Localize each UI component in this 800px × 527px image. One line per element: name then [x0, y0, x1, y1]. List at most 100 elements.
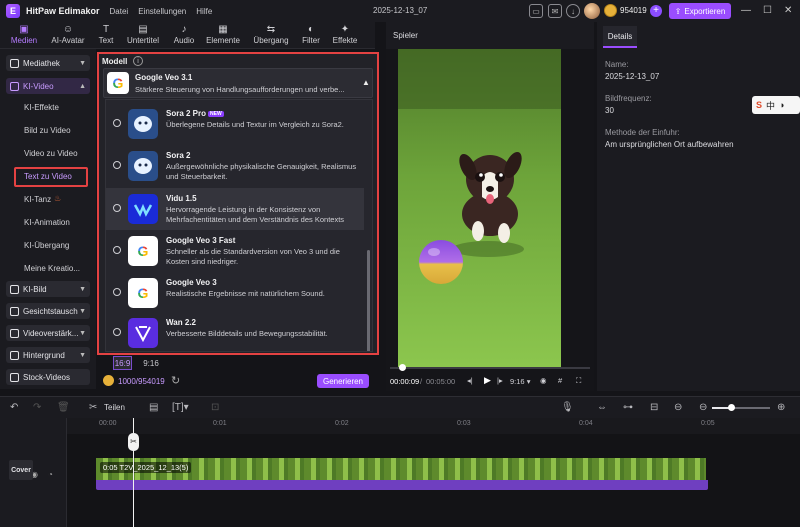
tool-untertitel[interactable]: ▤ Untertitel	[121, 24, 165, 48]
ratio-16-9[interactable]: 16:9	[113, 356, 132, 370]
minimize-icon[interactable]: —	[741, 5, 751, 16]
menu-datei[interactable]: Datei	[110, 7, 129, 16]
close-icon[interactable]: ✕	[784, 5, 792, 16]
redo-icon[interactable]: ↷	[33, 402, 41, 413]
timeline-ruler[interactable]: 00:00 0:01 0:02 0:03 0:04 0:05	[67, 418, 800, 434]
play-icon[interactable]: ▶	[484, 375, 491, 386]
clip-label: 0:05 T2V_2025_12_13(5)	[100, 462, 192, 473]
sidebar-sub-ki-uebergang[interactable]: KI-Übergang	[24, 241, 69, 250]
sidebar-sub-ki-effekte[interactable]: KI-Effekte	[24, 103, 59, 112]
crop-icon[interactable]: ⊡	[211, 402, 219, 413]
playhead-scissors-icon[interactable]: ✂	[128, 433, 139, 451]
fit-icon[interactable]: ⊖	[674, 402, 682, 413]
text-track-icon[interactable]: [T]▾	[172, 402, 189, 413]
maximize-icon[interactable]: ☐	[763, 5, 772, 16]
model-option-vidu-1-5[interactable]: Vidu 1.5 Hervorragende Leistung in der K…	[106, 188, 364, 230]
delete-icon[interactable]: 🗑	[57, 402, 70, 413]
model-option-sora-2-pro[interactable]: Sora 2 Pro NEW Überlegene Details und Tex…	[106, 103, 364, 145]
avatar[interactable]	[584, 3, 600, 19]
refresh-icon[interactable]: ↻	[171, 374, 180, 387]
clip-audio-bar[interactable]	[96, 480, 708, 490]
generate-button[interactable]: Generieren	[317, 374, 369, 388]
export-button[interactable]: ⇪ Exportieren	[669, 3, 731, 19]
undo-icon[interactable]: ↶	[10, 402, 18, 413]
radio-button[interactable]	[113, 288, 121, 296]
tab-details[interactable]: Details	[603, 26, 637, 48]
import-method-value: Am ursprünglichen Ort aufbewahren	[605, 140, 734, 149]
snap-icon[interactable]: ⊶	[623, 402, 633, 413]
video-clip[interactable]: 0:05 T2V_2025_12_13(5)	[96, 458, 706, 480]
cover-button[interactable]: Cover	[9, 460, 33, 480]
media-icon: ▣	[19, 24, 29, 35]
tick-label: 00:00	[99, 420, 117, 427]
radio-button[interactable]	[113, 119, 121, 127]
model-select[interactable]: G Google Veo 3.1 Stärkere Steuerung von …	[103, 68, 373, 98]
sidebar-item-ki-video[interactable]: KI-Video ▲	[6, 78, 90, 94]
screen-icon[interactable]: ▭	[529, 4, 543, 18]
camera-icon[interactable]: ◉	[540, 376, 547, 385]
tool-label: Filter	[302, 36, 320, 45]
model-option-google-veo-3-fast[interactable]: G Google Veo 3 Fast Schneller als die St…	[106, 230, 364, 272]
vidu-icon	[128, 194, 158, 224]
zoom-out-icon[interactable]: ⊖	[699, 402, 707, 413]
radio-button[interactable]	[113, 246, 121, 254]
option-name: Sora 2	[166, 151, 191, 160]
scissors-icon[interactable]: ✂	[89, 402, 97, 413]
sidebar-item-ki-bild[interactable]: KI-Bild ▼	[6, 281, 90, 297]
tool-uebergang[interactable]: ⇆ Übergang	[249, 24, 293, 48]
sidebar-sub-ki-tanz[interactable]: KI-Tanz	[24, 195, 51, 204]
radio-button[interactable]	[113, 204, 121, 212]
tool-audio[interactable]: ♪ Audio	[162, 24, 206, 48]
subtitle-track-icon[interactable]: ▤	[149, 402, 158, 413]
sidebar-item-mediathek[interactable]: Mediathek ▼	[6, 55, 90, 71]
model-option-wan-2-2[interactable]: Wan 2.2 Verbesserte Bilddetails und Bewe…	[106, 312, 364, 351]
marker-icon[interactable]: ⊟	[650, 402, 658, 413]
model-option-sora-2[interactable]: Sora 2 Außergewöhnliche physikalische Ge…	[106, 145, 364, 187]
ratio-9-16[interactable]: 9:16	[140, 356, 162, 370]
progress-track[interactable]	[390, 367, 590, 369]
tool-effekte[interactable]: ✦ Effekte	[323, 24, 367, 48]
dropdown-scrollbar[interactable]	[367, 250, 370, 351]
add-coins-button[interactable]: +	[650, 5, 662, 17]
zoom-slider-handle[interactable]	[728, 404, 735, 411]
generate-row: 1000/954019 ↻ Generieren	[97, 372, 379, 390]
ime-float-bar[interactable]: S 中 ◑	[752, 96, 800, 114]
ratio-select[interactable]: 9:16 ▾	[510, 377, 530, 386]
split-button[interactable]: Teilen	[104, 403, 125, 412]
fullscreen-icon[interactable]: ⛶	[576, 376, 581, 386]
progress-handle[interactable]	[399, 364, 406, 371]
prev-frame-icon[interactable]: ◂|	[467, 376, 473, 385]
tool-elemente[interactable]: ▦ Elemente	[201, 24, 245, 48]
video-preview[interactable]	[398, 49, 561, 367]
track-audio-icon[interactable]: ◔	[48, 470, 53, 479]
next-frame-icon[interactable]: |▸	[497, 376, 503, 385]
sidebar-sub-ki-animation[interactable]: KI-Animation	[24, 218, 70, 227]
sidebar-item-label: Videoverstärk...	[23, 328, 79, 338]
tool-medien[interactable]: ▣ Medien	[2, 24, 46, 48]
radio-button[interactable]	[113, 161, 121, 169]
microphone-icon[interactable]: 🎙	[561, 402, 574, 413]
sidebar-sub-text-zu-video[interactable]: Text zu Video	[14, 167, 88, 187]
option-name: Google Veo 3 Fast	[166, 236, 236, 245]
grid-icon[interactable]: #	[558, 376, 562, 385]
tool-label: Audio	[173, 36, 195, 45]
sidebar-item-hintergrund[interactable]: Hintergrund ▼	[6, 347, 90, 363]
sidebar-sub-video-zu-video[interactable]: Video zu Video	[24, 149, 78, 158]
menu-einstellungen[interactable]: Einstellungen	[138, 7, 186, 16]
download-icon[interactable]: ↓	[566, 4, 580, 18]
model-option-google-veo-3[interactable]: G Google Veo 3 Realistische Ergebnisse m…	[106, 272, 364, 314]
link-icon[interactable]: ⇔	[597, 402, 607, 413]
chevron-down-icon: ▼	[79, 59, 86, 67]
info-icon[interactable]: i	[133, 56, 143, 66]
message-icon[interactable]: ✉	[548, 4, 562, 18]
sidebar-item-videoverstaerker[interactable]: Videoverstärk... ▼	[6, 325, 90, 341]
radio-button[interactable]	[113, 328, 121, 336]
sidebar-item-gesichtstausch[interactable]: Gesichtstausch ▼	[6, 303, 90, 319]
option-desc: Außergewöhnliche physikalische Genauigke…	[166, 162, 357, 181]
sidebar-sub-bild-zu-video[interactable]: Bild zu Video	[24, 126, 71, 135]
sidebar-sub-meine-kreationen[interactable]: Meine Kreatio...	[24, 264, 80, 273]
menu-hilfe[interactable]: Hilfe	[196, 7, 212, 16]
option-desc: Hervorragende Leistung in der Konsistenz…	[166, 205, 345, 224]
zoom-in-icon[interactable]: ⊕	[777, 402, 785, 413]
sidebar-item-stock-videos[interactable]: Stock-Videos	[6, 369, 90, 385]
